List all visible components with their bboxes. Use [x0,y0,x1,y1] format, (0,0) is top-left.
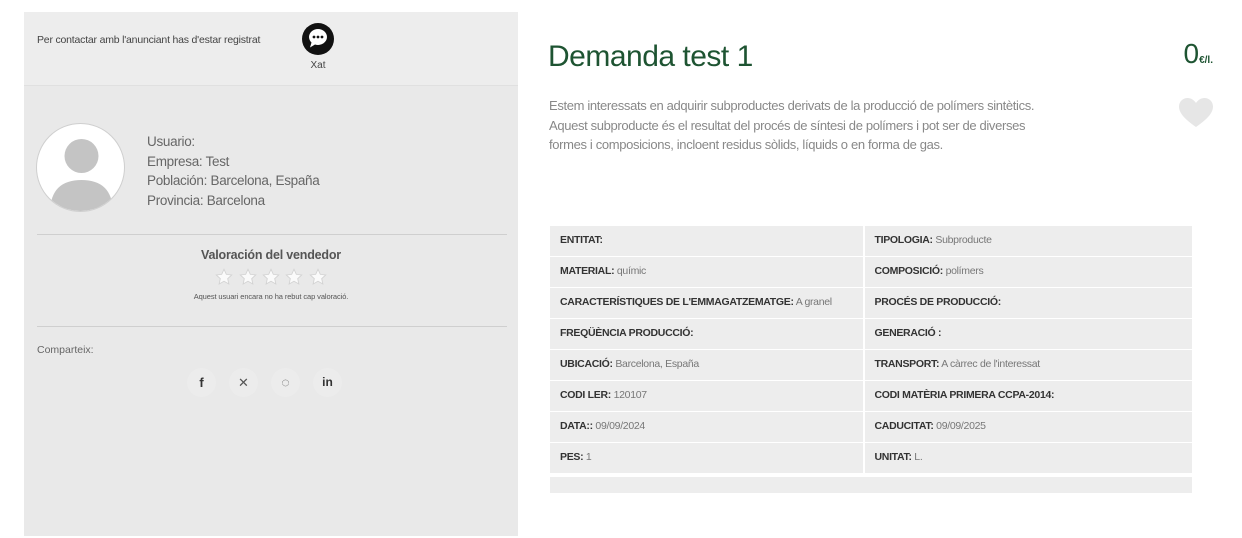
divider [37,326,507,327]
spec-cell: PROCÉS DE PRODUCCIÓ: [864,288,1192,318]
spec-cell: PES: 1 [550,443,863,473]
star-empty-icon [238,268,257,285]
listing-detail: Demanda test 1 0€/l. Estem interessats e… [526,12,1227,536]
price-unit: €/l. [1199,55,1213,66]
chat-label: Xat [310,60,326,71]
listing-title: Demanda test 1 [548,40,753,73]
facebook-icon: f [199,375,204,390]
spec-cell: UNITAT: L. [864,443,1192,473]
spec-cell: TIPOLOGIA: Subproducte [864,226,1192,256]
linkedin-icon: in [322,375,333,389]
chat-bubble-icon [302,23,334,55]
seller-user: Usuario: [147,134,195,149]
share-label: Comparteix: [37,344,94,356]
whatsapp-icon: ◌ [281,374,290,390]
spec-table-footer [550,476,1192,493]
star-empty-icon [285,268,304,285]
spec-cell: GENERACIÓ : [864,319,1192,349]
avatar [36,123,125,212]
spec-cell: CARACTERÍSTIQUES DE L'EMMAGATZEMATGE: A … [550,288,863,318]
rating-title: Valoración del vendedor [201,248,341,262]
spec-cell: TRANSPORT: A càrrec de l'interessat [864,350,1192,380]
star-empty-icon [309,268,327,285]
contact-bar: Per contactar amb l'anunciant has d'esta… [24,12,518,86]
seller-city: Población: Barcelona, España [147,173,320,188]
spec-row: FREQÜÈNCIA PRODUCCIÓ: GENERACIÓ : [550,319,1192,349]
spec-row: CARACTERÍSTIQUES DE L'EMMAGATZEMATGE: A … [550,288,1192,318]
rating-note: Aquest usuari encara no ha rebut cap val… [193,292,349,301]
spec-cell: CODI MATÈRIA PRIMERA CCPA-2014: [864,381,1192,411]
spec-cell: COMPOSICIÓ: polímers [864,257,1192,287]
spec-row: CODI LER: 120107 CODI MATÈRIA PRIMERA CC… [550,381,1192,411]
spec-cell: DATA:: 09/09/2024 [550,412,863,442]
spec-cell: MATERIAL: químic [550,257,863,287]
spec-cell: CODI LER: 120107 [550,381,863,411]
favorite-heart-icon[interactable] [1179,98,1213,128]
spec-cell: FREQÜÈNCIA PRODUCCIÓ: [550,319,863,349]
spec-cell: UBICACIÓ: Barcelona, España [550,350,863,380]
facebook-share-button[interactable]: f [187,368,216,397]
seller-rating: Valoración del vendedor Aquest usuari en… [24,243,518,301]
star-empty-icon [262,268,280,285]
price-value: 0 [1183,38,1200,69]
spec-row: ENTITAT: TIPOLOGIA: Subproducte [550,226,1192,256]
spec-row: PES: 1 UNITAT: L. [550,443,1192,473]
spec-row: DATA:: 09/09/2024 CADUCITAT: 09/09/2025 [550,412,1192,442]
contact-message: Per contactar amb l'anunciant has d'esta… [37,34,261,46]
user-placeholder-icon [50,139,113,211]
seller-profile: Usuario: Empresa: Test Población: Barcel… [24,86,518,236]
spec-cell: CADUCITAT: 09/09/2025 [864,412,1192,442]
star-empty-icon [215,268,233,285]
spec-row: UBICACIÓ: Barcelona, España TRANSPORT: A… [550,350,1192,380]
whatsapp-share-button[interactable]: ◌ [271,368,300,397]
seller-company: Empresa: Test [147,153,230,169]
seller-province: Provincia: Barcelona [147,192,265,208]
spec-row: MATERIAL: químic COMPOSICIÓ: polímers [550,257,1192,287]
linkedin-share-button[interactable]: in [313,368,342,397]
rating-stars [24,268,518,288]
seller-sidebar: Per contactar amb l'anunciant has d'esta… [24,12,518,536]
listing-price: 0€/l. [1184,38,1213,70]
spec-table: ENTITAT: TIPOLOGIA: Subproducte MATERIAL… [550,226,1192,493]
listing-description: Estem interessats en adquirir subproduct… [549,98,1035,152]
divider [37,234,507,235]
x-share-button[interactable]: ✕ [229,368,258,397]
spec-cell: ENTITAT: [550,226,863,256]
seller-info: Usuario: Empresa: Test Población: Barcel… [147,132,320,210]
x-icon: ✕ [238,375,249,390]
chat-button[interactable]: Xat [298,22,338,71]
